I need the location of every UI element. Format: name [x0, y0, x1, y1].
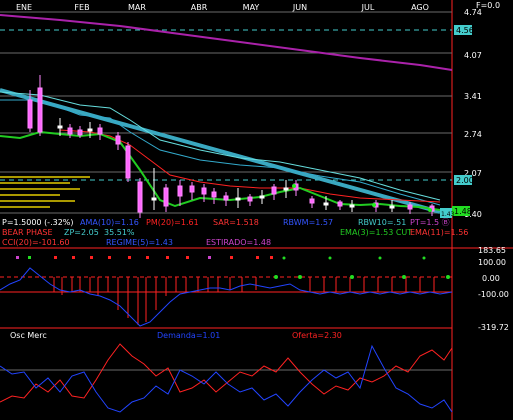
regime-readout: REGIME(5)=1.43	[106, 238, 173, 247]
ema3-readout: EMA(3)=1.53 CUT	[340, 228, 412, 237]
estirado-readout: ESTIRADO=1.48	[206, 238, 271, 247]
cci-green-dots	[274, 256, 450, 279]
upper-level-tag: 4.56	[456, 26, 474, 35]
month-label-ene: ENE	[16, 3, 32, 12]
indicator-legend: P=1.5000 (-.32%) AMA(10)=1.16 PM(20)=1.6…	[2, 218, 468, 247]
sar-readout: SAR=1.518	[213, 218, 259, 227]
ama-readout: AMA(10)=1.16	[80, 218, 139, 227]
pt-readout: PT=1.5 Ⓑ	[410, 218, 450, 227]
ema11-readout: EMA(11)=1.56	[410, 228, 468, 237]
rbwm-readout: RBWM=1.57	[283, 218, 333, 227]
osc-demand-label: Demanda=1.01	[157, 331, 220, 340]
cci-readout: CCI(20)=-101.60	[2, 238, 70, 247]
cci-axis: 183.65 100.00 0.00 -100.00 -319.72	[478, 246, 509, 332]
price-tick: 3.41	[464, 92, 482, 101]
low-price-tag: 1.43	[441, 211, 455, 218]
cci-tick: 183.65	[478, 246, 506, 255]
price-tick: 2.74	[464, 130, 482, 139]
month-label-mar: MAR	[128, 3, 146, 12]
oscillator-panel[interactable]: Osc Merc Demanda=1.01 Oferta=2.30	[0, 327, 453, 413]
pm20-readout: PM(20)=1.61	[146, 218, 199, 227]
cci-tick: 0.00	[482, 274, 500, 283]
price-readout: P=1.5000 (-.32%)	[2, 218, 74, 227]
month-label-jun: JUN	[292, 3, 307, 12]
month-label-jul: JUL	[361, 3, 375, 12]
last-price-tag: 1.48	[454, 207, 472, 216]
phase-readout: BEAR PHASE	[2, 228, 53, 237]
demand-line	[0, 344, 453, 413]
zp-readout: ZP=2.05	[64, 228, 99, 237]
cci-tick: 100.00	[478, 258, 506, 267]
cci-tick: -319.72	[478, 323, 509, 332]
osc-offer-label: Oferta=2.30	[292, 331, 342, 340]
cci-tick: -100.00	[478, 290, 509, 299]
month-label-feb: FEB	[74, 3, 89, 12]
cci-panel[interactable]: 183.65 100.00 0.00 -100.00 -319.72	[0, 246, 513, 332]
stock-chart-window: ENE FEB MAR ABR MAY JUN JUL AGO F=0.0 4.…	[0, 0, 513, 420]
pct-readout: 35.51%	[104, 228, 135, 237]
month-label-abr: ABR	[191, 3, 208, 12]
month-label-may: MAY	[243, 3, 260, 12]
price-panel[interactable]: ENE FEB MAR ABR MAY JUN JUL AGO F=0.0 4.…	[0, 0, 500, 420]
rbw10-readout: RBW10=.51	[358, 218, 406, 227]
price-tick: 4.07	[464, 51, 482, 60]
osc-title: Osc Merc	[10, 331, 47, 340]
mid-level-tag: 2.00	[456, 176, 474, 185]
price-tick: 4.74	[464, 8, 482, 17]
cci-top-markers	[16, 256, 273, 259]
month-label-ago: AGO	[411, 3, 429, 12]
offer-line	[0, 343, 453, 403]
